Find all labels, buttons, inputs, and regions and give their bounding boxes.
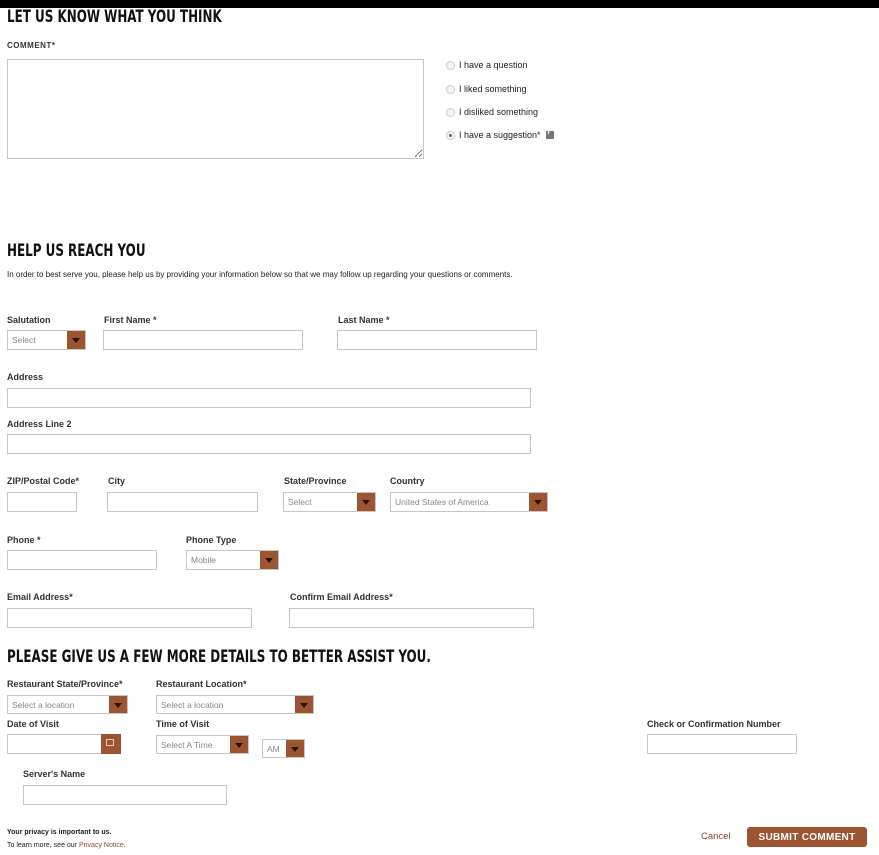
- chevron-down-icon: [67, 331, 85, 349]
- radio-liked[interactable]: [446, 84, 455, 94]
- privacy-line2: To learn more, see our Privacy Notice.: [7, 842, 126, 849]
- phone-type-value: Mobile: [191, 555, 217, 565]
- country-label: Country: [390, 476, 425, 486]
- privacy-notice-link[interactable]: Privacy Notice: [79, 842, 124, 849]
- chevron-down-icon: [529, 493, 547, 511]
- salutation-select[interactable]: Select: [7, 330, 86, 350]
- check-number-input[interactable]: [647, 734, 797, 754]
- address2-input[interactable]: [7, 434, 531, 454]
- phone-type-label: Phone Type: [186, 535, 237, 545]
- chevron-down-icon: [357, 493, 375, 511]
- country-value: United States of America: [395, 497, 489, 507]
- address2-label: Address Line 2: [7, 419, 72, 429]
- submit-comment-button[interactable]: SUBMIT COMMENT: [747, 827, 867, 847]
- cancel-button[interactable]: Cancel: [701, 831, 731, 842]
- comment-label: COMMENT*: [7, 41, 56, 50]
- last-name-label: Last Name *: [338, 315, 390, 325]
- phone-input[interactable]: [7, 550, 157, 570]
- privacy-period: .: [123, 842, 126, 849]
- section-title-feedback: LET US KNOW WHAT YOU THINK: [7, 7, 222, 27]
- email-label: Email Address*: [7, 592, 73, 602]
- state-label: State/Province: [284, 476, 347, 486]
- time-select[interactable]: Select A Time: [156, 735, 249, 754]
- calendar-icon[interactable]: [101, 734, 121, 754]
- option-question[interactable]: I have a question: [446, 60, 528, 70]
- privacy-text: To learn more, see our: [7, 842, 78, 849]
- chevron-down-icon: [109, 696, 127, 713]
- section-title-reach: HELP US REACH YOU: [7, 241, 146, 261]
- city-input[interactable]: [107, 492, 258, 512]
- address-label: Address: [7, 372, 44, 382]
- section-title-details: PLEASE GIVE US A FEW MORE DETAILS TO BET…: [7, 647, 431, 667]
- option-liked[interactable]: I liked something: [446, 84, 527, 94]
- first-name-input[interactable]: [103, 330, 303, 350]
- chevron-down-icon: [260, 551, 278, 569]
- confirm-email-label: Confirm Email Address*: [290, 592, 393, 602]
- email-input[interactable]: [7, 608, 252, 628]
- city-label: City: [108, 476, 126, 486]
- salutation-value: Select: [12, 335, 36, 345]
- phone-label: Phone *: [7, 535, 41, 545]
- address-input[interactable]: [7, 388, 531, 408]
- date-label: Date of Visit: [7, 719, 59, 729]
- chevron-down-icon: [286, 740, 304, 757]
- time-label: Time of Visit: [156, 719, 210, 729]
- restaurant-state-label: Restaurant State/Province*: [7, 679, 123, 689]
- check-number-label: Check or Confirmation Number: [647, 719, 781, 729]
- info-icon[interactable]: [545, 129, 554, 139]
- zip-input[interactable]: [7, 492, 77, 512]
- radio-suggestion[interactable]: [446, 130, 455, 140]
- country-select[interactable]: United States of America: [390, 492, 548, 512]
- comment-textarea[interactable]: [7, 59, 424, 159]
- radio-question[interactable]: [446, 60, 455, 70]
- time-value: Select A Time: [161, 739, 213, 750]
- server-name-label: Server's Name: [23, 769, 86, 779]
- restaurant-state-select[interactable]: Select a location: [7, 695, 128, 714]
- radio-disliked[interactable]: [446, 107, 455, 117]
- option-suggestion-label: I have a suggestion*: [459, 130, 541, 140]
- option-disliked-label: I disliked something: [459, 107, 539, 117]
- state-select[interactable]: Select: [283, 492, 376, 512]
- option-question-label: I have a question: [459, 60, 528, 70]
- last-name-input[interactable]: [337, 330, 537, 350]
- restaurant-state-value: Select a location: [12, 699, 75, 710]
- privacy-line1: Your privacy is important to us.: [7, 829, 112, 836]
- confirm-email-input[interactable]: [289, 608, 534, 628]
- zip-label: ZIP/Postal Code*: [7, 476, 80, 486]
- ampm-value: AM: [267, 743, 280, 754]
- option-suggestion[interactable]: I have a suggestion*: [446, 129, 554, 140]
- reach-intro: In order to best serve you, please help …: [7, 270, 513, 279]
- restaurant-location-select[interactable]: Select a location: [156, 695, 314, 714]
- state-value: Select: [288, 497, 312, 507]
- ampm-select[interactable]: AM: [262, 739, 305, 758]
- restaurant-location-label: Restaurant Location*: [156, 679, 247, 689]
- option-disliked[interactable]: I disliked something: [446, 107, 538, 117]
- chevron-down-icon: [295, 696, 313, 713]
- chevron-down-icon: [230, 736, 248, 753]
- phone-type-select[interactable]: Mobile: [186, 550, 279, 570]
- salutation-label: Salutation: [7, 315, 51, 325]
- option-liked-label: I liked something: [459, 84, 527, 94]
- server-name-input[interactable]: [23, 785, 227, 805]
- first-name-label: First Name *: [104, 315, 157, 325]
- restaurant-location-value: Select a location: [161, 699, 224, 710]
